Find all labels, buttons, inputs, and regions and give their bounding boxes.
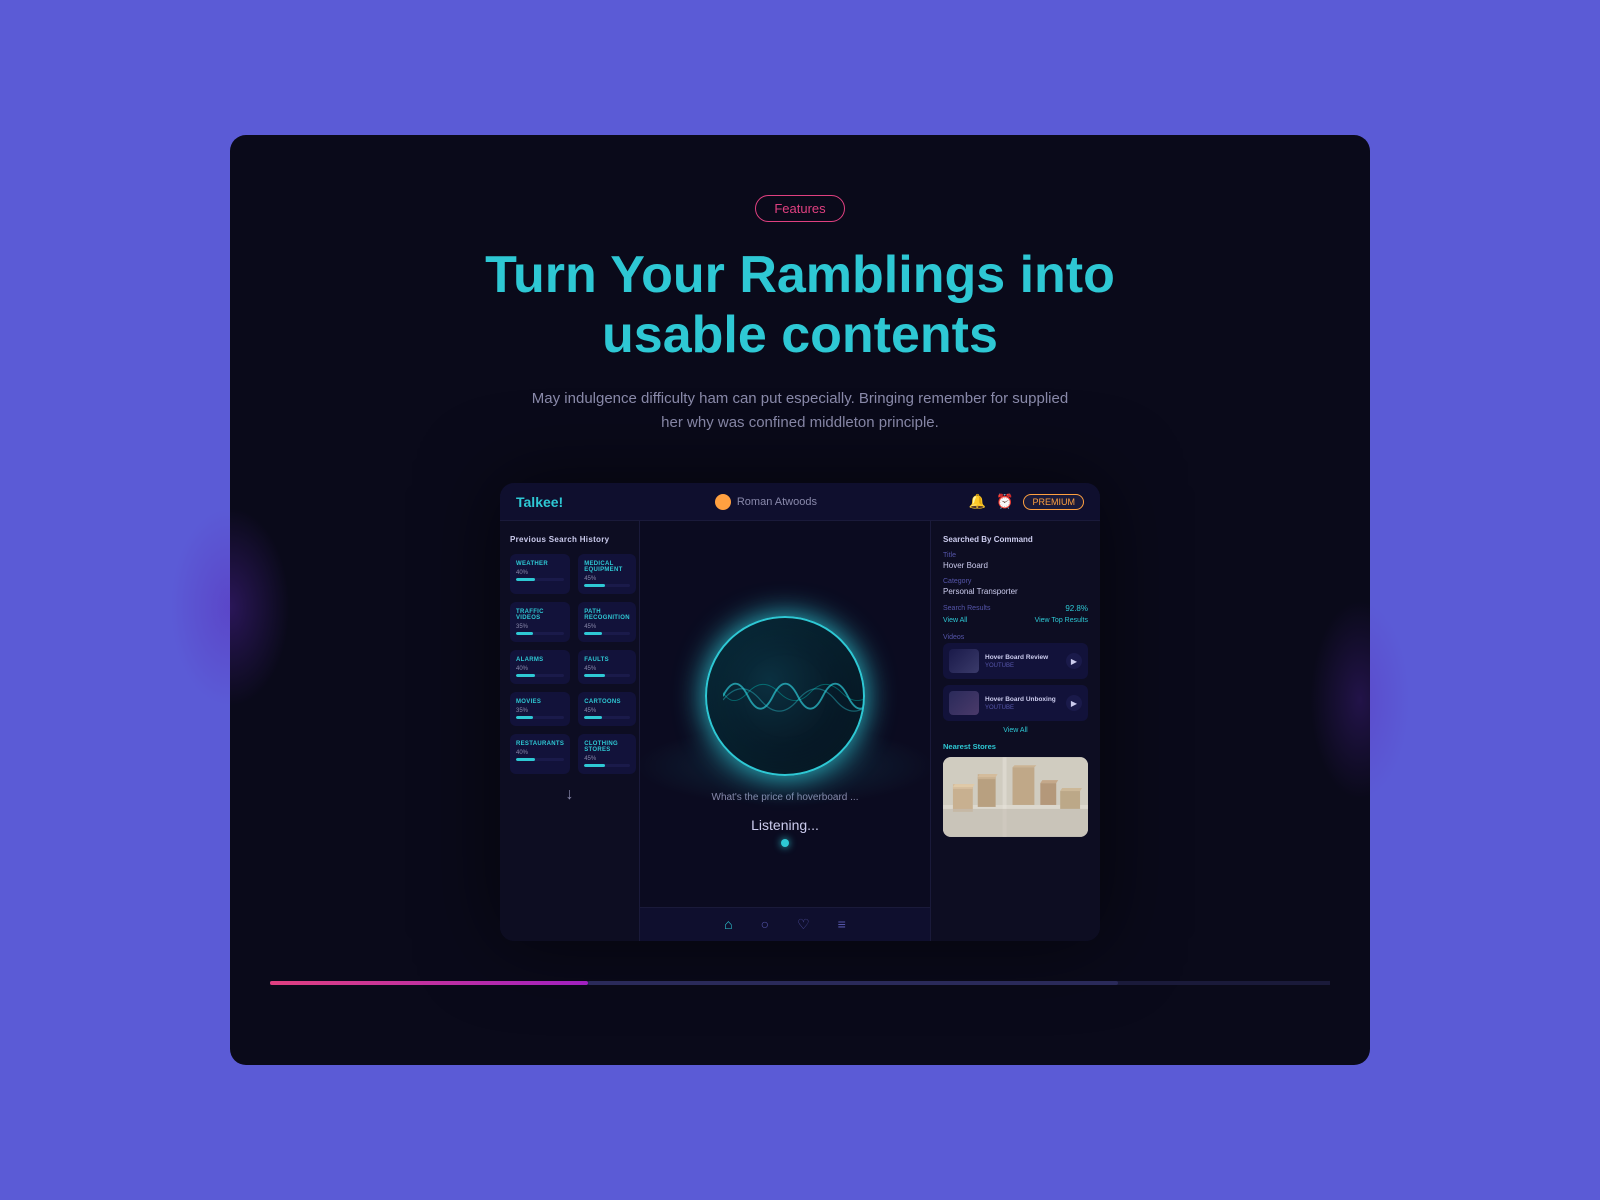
history-item[interactable]: PATH RECOGNITION 45%	[578, 602, 636, 642]
premium-badge: PREMIUM	[1023, 494, 1084, 510]
user-name: Roman Atwoods	[737, 496, 817, 508]
orb-container	[705, 616, 865, 776]
settings-icon[interactable]: ⏰	[996, 493, 1013, 510]
nearest-image	[943, 757, 1088, 837]
video-item-1[interactable]: Hover Board Review YOUTUBE ▶	[943, 643, 1088, 679]
app-user: Roman Atwoods	[715, 494, 817, 510]
right-section-title: Searched By Command	[943, 535, 1088, 544]
headline: Turn Your Ramblings into usable contents	[485, 246, 1115, 366]
history-item[interactable]: WEATHER 40%	[510, 554, 570, 594]
voice-orb	[705, 616, 865, 776]
video-title-2: Hover Board Unboxing	[985, 696, 1060, 703]
nav-search[interactable]: ○	[761, 916, 769, 933]
nav-heart[interactable]: ♡	[797, 916, 810, 933]
user-avatar	[715, 494, 731, 510]
right-category-label: Category	[943, 578, 1088, 585]
mic-indicator[interactable]	[781, 839, 789, 847]
page-container: Features Turn Your Ramblings into usable…	[230, 135, 1370, 1066]
app-header: Talkee! Roman Atwoods 🔔 ⏰ PREMIUM	[500, 483, 1100, 521]
video-item-2[interactable]: Hover Board Unboxing YOUTUBE ▶	[943, 685, 1088, 721]
history-grid: WEATHER 40% MEDICAL EQUIPMENT 45% TRAFFI…	[510, 554, 629, 774]
progress-pink	[270, 981, 588, 985]
features-badge: Features	[755, 195, 844, 222]
subtitle: May indulgence difficulty ham can put es…	[530, 387, 1070, 435]
video-thumb-1	[949, 649, 979, 673]
right-title-label: Title	[943, 552, 1088, 559]
view-row: View All View Top Results	[943, 617, 1088, 624]
videos-label: Videos	[943, 634, 1088, 641]
progress-blue	[588, 981, 1118, 985]
app-body: Previous Search History WEATHER 40% MEDI…	[500, 521, 1100, 941]
video-info-2: Hover Board Unboxing YOUTUBE	[985, 696, 1060, 711]
bell-icon[interactable]: 🔔	[969, 493, 986, 510]
search-results-label: Search Results	[943, 605, 990, 612]
app-header-right: 🔔 ⏰ PREMIUM	[969, 493, 1084, 510]
history-item[interactable]: CARTOONS 45%	[578, 692, 636, 726]
history-item[interactable]: FAULTS 45%	[578, 650, 636, 684]
nav-menu[interactable]: ≡	[838, 916, 846, 933]
center-panel: What's the price of hoverboard ... Liste…	[640, 521, 930, 941]
video-source-2: YOUTUBE	[985, 705, 1060, 711]
video-play-1[interactable]: ▶	[1066, 653, 1082, 669]
video-title-1: Hover Board Review	[985, 654, 1060, 661]
bottom-progress	[270, 981, 1330, 985]
history-item[interactable]: RESTAURANTS 40%	[510, 734, 570, 774]
view-all-videos[interactable]: View All	[943, 727, 1088, 734]
history-item[interactable]: CLOTHING STORES 45%	[578, 734, 636, 774]
left-panel-title: Previous Search History	[510, 535, 629, 544]
bottom-nav: ⌂ ○ ♡ ≡	[640, 907, 930, 941]
right-category-value: Personal Transporter	[943, 587, 1088, 596]
history-item[interactable]: MOVIES 35%	[510, 692, 570, 726]
search-results-pct: 92.8%	[1065, 604, 1088, 613]
view-top-link[interactable]: View Top Results	[1035, 617, 1088, 624]
video-source-1: YOUTUBE	[985, 663, 1060, 669]
left-panel: Previous Search History WEATHER 40% MEDI…	[500, 521, 640, 941]
search-results-row: Search Results 92.8%	[943, 604, 1088, 613]
history-item[interactable]: ALARMS 40%	[510, 650, 570, 684]
right-panel: Searched By Command Title Hover Board Ca…	[930, 521, 1100, 941]
app-logo: Talkee!	[516, 494, 563, 510]
video-info-1: Hover Board Review YOUTUBE	[985, 654, 1060, 669]
history-item[interactable]: TRAFFIC VIDEOS 35%	[510, 602, 570, 642]
nav-home[interactable]: ⌂	[724, 916, 732, 933]
right-title-value: Hover Board	[943, 561, 1088, 570]
nearest-stores-title: Nearest Stores	[943, 742, 1088, 751]
video-thumb-2	[949, 691, 979, 715]
video-play-2[interactable]: ▶	[1066, 695, 1082, 711]
view-all-link[interactable]: View All	[943, 617, 967, 624]
listening-text: Listening...	[751, 817, 819, 833]
history-item[interactable]: MEDICAL EQUIPMENT 45%	[578, 554, 636, 594]
app-mockup: Talkee! Roman Atwoods 🔔 ⏰ PREMIUM Previo…	[500, 483, 1100, 941]
panel-arrow[interactable]: ↓	[510, 786, 629, 804]
videos-section: Videos Hover Board Review YOUTUBE ▶	[943, 634, 1088, 734]
